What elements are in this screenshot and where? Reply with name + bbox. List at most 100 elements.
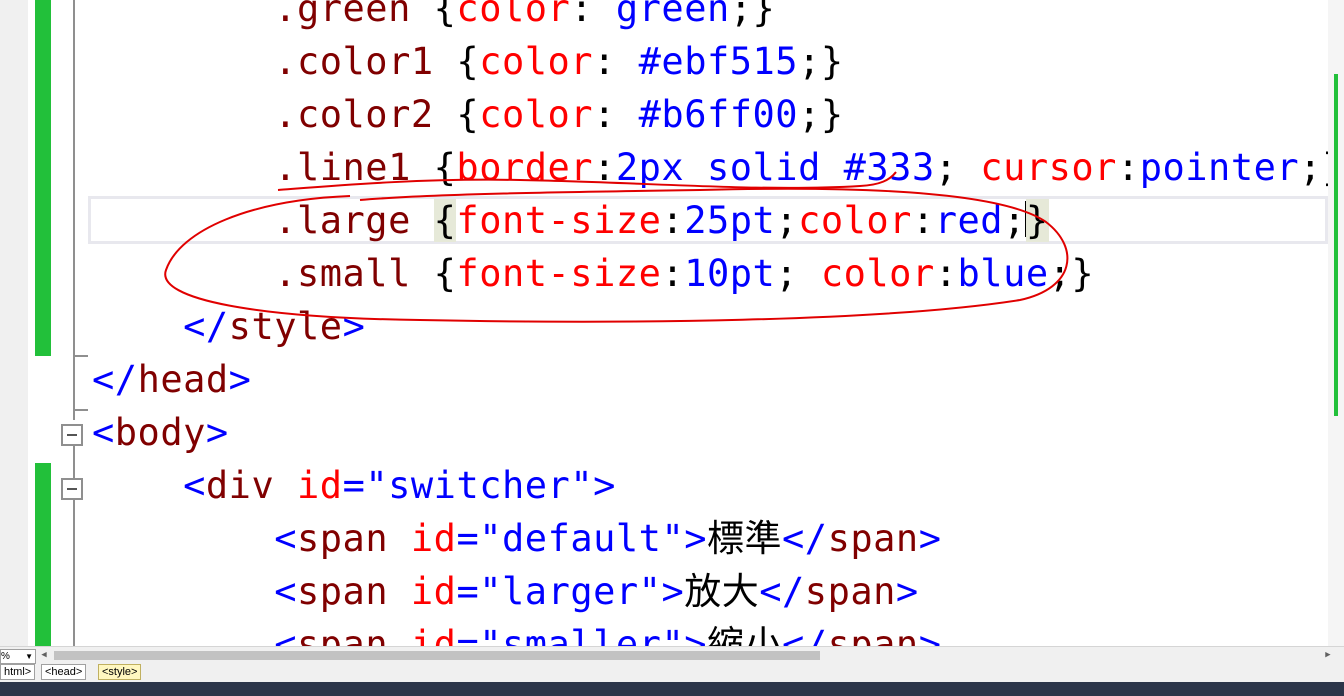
breadcrumb-style[interactable]: <style> <box>98 664 142 680</box>
code-token: </ <box>759 570 805 613</box>
code-token: </ <box>183 305 229 348</box>
code-token: { <box>433 252 457 295</box>
change-bar <box>35 0 51 356</box>
code-token: > <box>205 411 229 454</box>
code-token: pointer <box>1139 146 1300 189</box>
change-tracking-bars <box>35 0 51 646</box>
code-token: ;} <box>798 40 844 83</box>
code-line[interactable]: </head> <box>92 353 251 406</box>
code-token: : <box>593 40 639 83</box>
code-token: id <box>410 623 457 646</box>
code-token: .color2 <box>92 93 457 136</box>
code-token: color <box>798 199 912 242</box>
code-token: { <box>433 199 457 242</box>
code-token: : <box>911 199 935 242</box>
code-token: "> <box>638 570 685 613</box>
breadcrumb-html[interactable]: html> <box>0 664 36 680</box>
horizontal-scrollbar-thumb[interactable] <box>54 651 820 660</box>
code-token: "> <box>661 517 708 560</box>
code-token: 縮小 <box>707 623 783 646</box>
code-token: > <box>228 358 252 401</box>
code-token: : <box>661 252 685 295</box>
code-token: =" <box>456 517 503 560</box>
code-line[interactable]: .color1 {color: #ebf515;} <box>92 35 844 88</box>
code-token: .line1 <box>92 146 434 189</box>
code-token: { <box>433 0 457 30</box>
scroll-left-arrow-icon[interactable]: ◀ <box>38 649 50 662</box>
code-token: blue <box>957 252 1049 295</box>
code-token: div <box>205 464 297 507</box>
code-token: < <box>274 570 297 613</box>
code-token: span <box>804 570 896 613</box>
zoom-dropdown[interactable]: % ▼ <box>0 649 36 664</box>
collapse-body-toggle[interactable] <box>61 424 83 446</box>
code-line[interactable]: .line1 {border:2px solid #333; cursor:po… <box>92 141 1344 194</box>
code-token: font-size <box>456 199 662 242</box>
code-line[interactable]: .color2 {color: #b6ff00;} <box>92 88 844 141</box>
code-line[interactable]: <span id="default">標準</span> <box>92 512 941 565</box>
code-token: #b6ff00 <box>638 93 799 136</box>
code-token: : <box>593 146 616 189</box>
code-token: 25pt <box>684 199 776 242</box>
code-token: #ebf515 <box>638 40 799 83</box>
change-marker <box>1334 74 1338 416</box>
scroll-right-arrow-icon[interactable]: ▶ <box>1322 649 1334 662</box>
code-token: "> <box>570 464 616 507</box>
code-line[interactable]: <span id="larger">放大</span> <box>92 565 919 618</box>
code-token: </ <box>782 623 828 646</box>
code-token: 放大 <box>684 570 760 613</box>
outline-guide-end <box>74 409 88 411</box>
code-token: color <box>820 252 935 295</box>
code-token: </ <box>92 358 138 401</box>
chevron-down-icon: ▼ <box>25 652 33 661</box>
code-token: id <box>297 464 343 507</box>
code-token: > <box>342 305 366 348</box>
code-token: < <box>274 517 297 560</box>
code-line[interactable]: </style> <box>92 300 365 353</box>
code-token: ; <box>775 199 799 242</box>
code-token: { <box>433 146 457 189</box>
code-line[interactable]: <div id="switcher"> <box>92 459 616 512</box>
code-token: switcher <box>388 464 571 507</box>
code-line[interactable]: <span id="smaller">縮小</span> <box>92 618 941 646</box>
zoom-value: % <box>1 651 10 662</box>
breadcrumb-head[interactable]: <head> <box>41 664 87 680</box>
outline-guide-end <box>74 355 88 357</box>
code-token: < <box>274 623 297 646</box>
code-token: > <box>895 570 919 613</box>
code-token: span <box>827 623 919 646</box>
code-editor[interactable]: .green {color: green;} .color1 {color: #… <box>0 0 1344 646</box>
code-token: .color1 <box>92 40 457 83</box>
editor-left-margin <box>0 0 28 646</box>
code-token: : <box>593 93 639 136</box>
code-token: > <box>918 623 942 646</box>
code-line[interactable]: .small {font-size:10pt; color:blue;} <box>92 247 1094 300</box>
code-token: head <box>137 358 229 401</box>
code-token: : <box>934 252 958 295</box>
code-token: ; <box>775 252 821 295</box>
outline-guide <box>73 446 75 478</box>
status-bar <box>0 682 1344 696</box>
code-token: < <box>183 464 206 507</box>
code-token: color <box>456 0 571 30</box>
code-token: ;} <box>798 93 844 136</box>
code-token: </ <box>782 517 828 560</box>
outline-guide <box>73 500 75 646</box>
tag-breadcrumb: html> <head> <style> <box>0 664 1344 682</box>
code-line[interactable]: <body> <box>92 406 229 459</box>
code-line[interactable]: .large {font-size:25pt;color:red;} <box>92 194 1049 247</box>
code-token: green <box>615 0 730 30</box>
code-token: { <box>456 40 480 83</box>
code-token: id <box>410 517 457 560</box>
code-token: : <box>570 0 616 30</box>
code-token: font-size <box>456 252 662 295</box>
code-token: color <box>479 40 594 83</box>
code-token: span <box>297 623 411 646</box>
code-line[interactable]: .green {color: green;} <box>92 0 775 35</box>
collapse-div-toggle[interactable] <box>61 478 83 500</box>
